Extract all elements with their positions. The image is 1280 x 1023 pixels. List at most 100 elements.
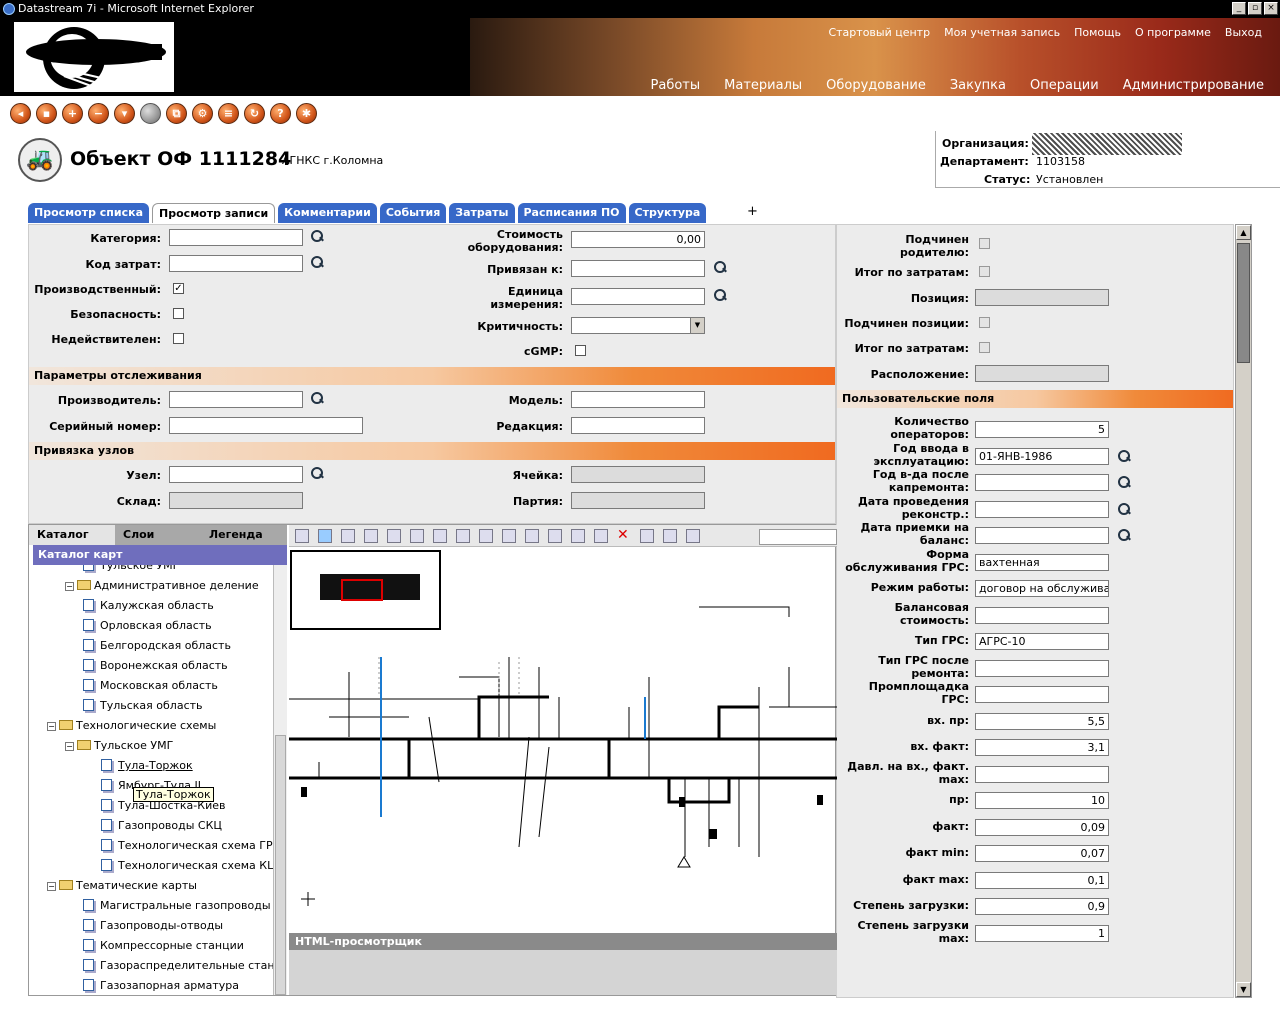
tab-record-view[interactable]: Просмотр записи xyxy=(152,203,276,223)
cost-code-input[interactable] xyxy=(169,255,303,272)
manufacturer-search-icon[interactable] xyxy=(310,391,324,405)
add-icon[interactable]: + xyxy=(62,102,83,124)
map-search-input[interactable] xyxy=(759,529,837,545)
collapse-icon[interactable]: − xyxy=(65,582,74,591)
cloud-icon[interactable] xyxy=(594,529,608,543)
custom-field-input[interactable] xyxy=(975,501,1109,518)
tools-icon[interactable]: ⚙ xyxy=(192,102,213,124)
nav-operations[interactable]: Операции xyxy=(1030,78,1099,93)
nav-work[interactable]: Работы xyxy=(651,78,701,93)
info-icon[interactable] xyxy=(433,529,447,543)
maximize-icon[interactable]: ▫ xyxy=(1248,2,1262,15)
criticality-select[interactable]: ▼ xyxy=(571,317,705,334)
nav-equipment[interactable]: Оборудование xyxy=(826,78,926,93)
node-input[interactable] xyxy=(169,466,303,483)
custom-field-search-icon[interactable] xyxy=(1117,475,1131,489)
tree-item[interactable]: Белгородская область xyxy=(83,637,231,655)
tree-item[interactable]: Калужская область xyxy=(83,597,214,615)
link-logout[interactable]: Выход xyxy=(1225,26,1262,39)
grid-icon[interactable] xyxy=(571,529,585,543)
custom-field-input[interactable] xyxy=(975,527,1109,544)
tree-item[interactable]: Компрессорные станции xyxy=(83,937,244,955)
linked-to-search-icon[interactable] xyxy=(713,260,727,274)
collapse-icon[interactable]: − xyxy=(47,722,56,731)
custom-field-input[interactable]: 1 xyxy=(975,925,1109,942)
node-search-icon[interactable] xyxy=(310,466,324,480)
back-icon[interactable]: ◂ xyxy=(10,102,31,124)
manufacturer-input[interactable] xyxy=(169,391,303,408)
model-input[interactable] xyxy=(571,391,705,408)
select-icon[interactable] xyxy=(456,529,470,543)
custom-field-search-icon[interactable] xyxy=(1117,528,1131,542)
tree-item[interactable]: Технологическая схема КЦ-1 К xyxy=(101,857,273,875)
tab-structure[interactable]: Структура xyxy=(628,203,707,223)
custom-field-search-icon[interactable] xyxy=(1117,502,1131,516)
collapse-icon[interactable]: − xyxy=(47,882,56,891)
tree-item[interactable]: Магистральные газопроводы xyxy=(83,897,271,915)
tree-item[interactable]: Московская область xyxy=(83,677,218,695)
custom-field-input[interactable]: 5 xyxy=(975,421,1109,438)
tree-folder[interactable]: − Тульское УМГ xyxy=(65,737,173,755)
category-input[interactable] xyxy=(169,229,303,246)
tree-scroll-thumb[interactable] xyxy=(275,735,286,995)
tab-layers[interactable]: Слои xyxy=(115,525,201,545)
invalid-checkbox[interactable] xyxy=(173,333,184,344)
scroll-up-icon[interactable]: ▲ xyxy=(1236,225,1251,240)
custom-field-input[interactable] xyxy=(975,660,1109,677)
layer-icon[interactable] xyxy=(295,529,309,543)
tree-folder[interactable]: − Административное деление xyxy=(65,577,259,595)
link-start-center[interactable]: Стартовый центр xyxy=(828,26,930,39)
tab-catalog[interactable]: Каталог xyxy=(29,525,115,545)
tab-events[interactable]: События xyxy=(379,203,447,223)
link-my-account[interactable]: Моя учетная запись xyxy=(944,26,1060,39)
copy-icon[interactable]: ⧉ xyxy=(166,102,187,124)
tree-item[interactable]: Орловская область xyxy=(83,617,212,635)
custom-field-input[interactable]: 0,1 xyxy=(975,872,1109,889)
print-map-icon[interactable] xyxy=(686,529,700,543)
scroll-down-icon[interactable]: ▼ xyxy=(1236,982,1251,997)
cost-code-search-icon[interactable] xyxy=(310,255,324,269)
equip-cost-input[interactable]: 0,00 xyxy=(571,231,705,248)
form-scrollbar[interactable]: ▲ ▼ xyxy=(1235,224,1252,998)
tree-item[interactable]: Газораспределительные станции xyxy=(83,957,273,975)
map-overview[interactable] xyxy=(290,550,441,630)
measure-icon[interactable] xyxy=(525,529,539,543)
tree-folder[interactable]: − Тематические карты xyxy=(47,877,197,895)
chevron-down-icon[interactable]: ▼ xyxy=(690,318,704,333)
tab-legend[interactable]: Легенда xyxy=(201,525,287,545)
save-icon[interactable]: ▪ xyxy=(36,102,57,124)
zoom-full-icon[interactable] xyxy=(387,529,401,543)
add-tab-button[interactable]: + xyxy=(747,204,758,219)
tab-pm-schedules[interactable]: Расписания ПО xyxy=(517,203,626,223)
zoom-in-icon[interactable] xyxy=(318,529,332,543)
tab-list-view[interactable]: Просмотр списка xyxy=(28,203,150,223)
custom-field-input[interactable]: АГРС-10 xyxy=(975,633,1109,650)
custom-field-input[interactable] xyxy=(975,607,1109,624)
custom-field-input[interactable]: вахтенная xyxy=(975,554,1109,571)
clear-icon[interactable]: ✕ xyxy=(617,528,631,543)
tree-item[interactable]: Тульское УМГ xyxy=(83,565,179,575)
tree-item[interactable]: Тульская область xyxy=(83,697,203,715)
warning-icon[interactable] xyxy=(663,529,677,543)
revision-input[interactable] xyxy=(571,417,705,434)
link-help[interactable]: Помощь xyxy=(1074,26,1121,39)
pan-icon[interactable] xyxy=(410,529,424,543)
custom-field-input[interactable] xyxy=(975,686,1109,703)
custom-field-input[interactable] xyxy=(975,766,1109,783)
custom-field-input[interactable]: 0,07 xyxy=(975,845,1109,862)
tree-item[interactable]: Газопроводы СКЦ xyxy=(101,817,222,835)
stop-icon[interactable] xyxy=(640,529,654,543)
custom-field-input[interactable]: 3,1 xyxy=(975,739,1109,756)
custom-field-input[interactable]: 5,5 xyxy=(975,713,1109,730)
custom-field-input[interactable]: договор на обслужива xyxy=(975,580,1109,597)
custom-field-input[interactable]: 10 xyxy=(975,792,1109,809)
unit-input[interactable] xyxy=(571,288,705,305)
find-icon[interactable] xyxy=(502,529,516,543)
minimize-icon[interactable]: _ xyxy=(1232,2,1246,15)
tree-scrollbar[interactable] xyxy=(273,565,287,995)
query-icon[interactable] xyxy=(479,529,493,543)
scroll-thumb[interactable] xyxy=(1237,243,1250,363)
tree-item[interactable]: Технологическая схема ГРС xyxy=(101,837,273,855)
tree-item[interactable]: Газопроводы-отводы xyxy=(83,917,223,935)
buffer-icon[interactable] xyxy=(548,529,562,543)
